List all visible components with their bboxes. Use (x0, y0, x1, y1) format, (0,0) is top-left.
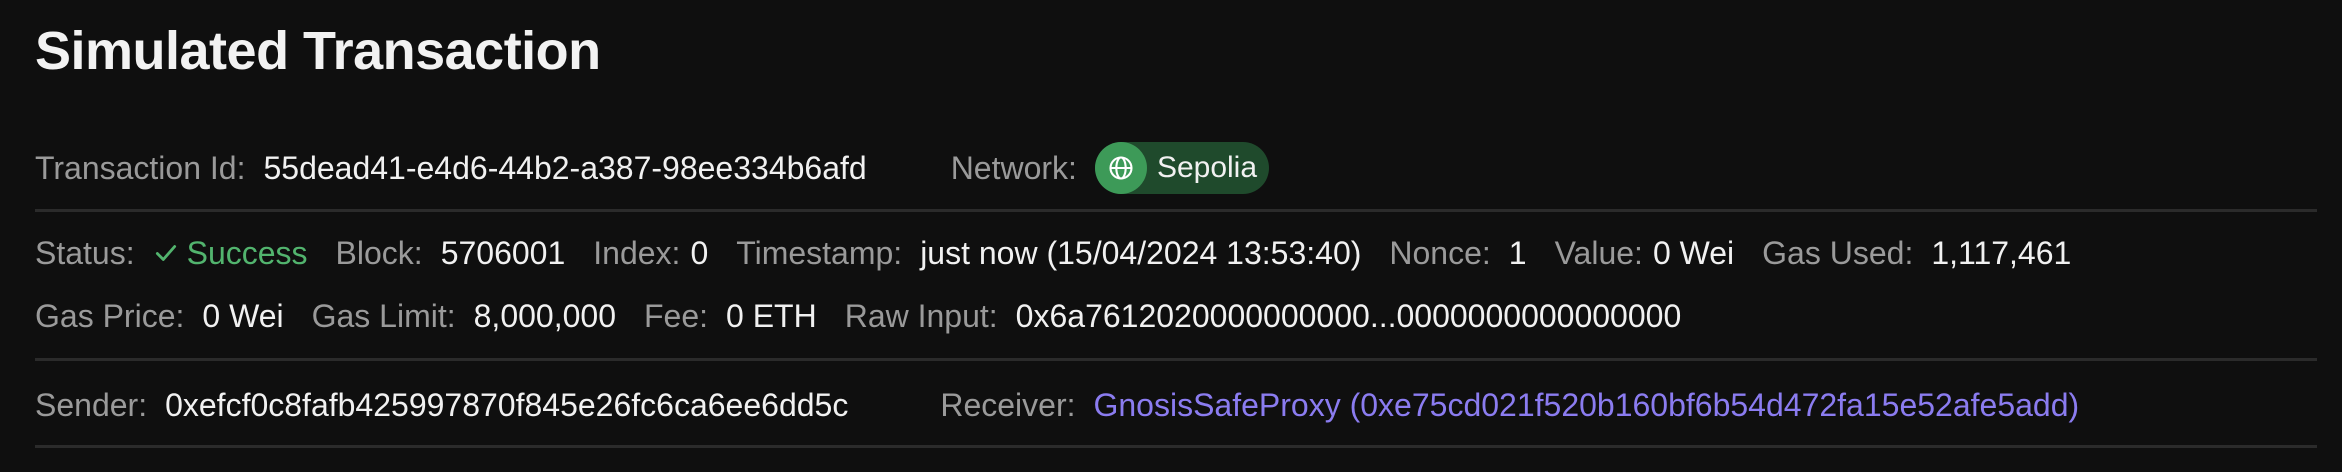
transaction-id-label: Transaction Id: (35, 150, 246, 186)
status-badge: Success (153, 231, 308, 275)
status-label: Status: (35, 235, 135, 271)
details-row-primary: Status: Success Block: 5706001 Index: 0 … (35, 231, 2071, 275)
raw-input-label: Raw Input: (844, 298, 998, 334)
receiver-label: Receiver: (940, 387, 1076, 423)
sender-label: Sender: (35, 387, 148, 423)
transaction-id-row: Transaction Id: 55dead41-e4d6-44b2-a387-… (35, 142, 1270, 194)
fee-label: Fee: (643, 298, 709, 334)
timestamp-value: just now (15/04/2024 13:53:40) (920, 235, 1362, 271)
gas-used-value: 1,117,461 (1931, 235, 2072, 271)
page-title: Simulated Transaction (35, 21, 601, 81)
sender-address: 0xefcf0c8fafb425997870f845e26fc6ca6ee6dd… (165, 387, 849, 423)
network-label: Network: (950, 150, 1077, 186)
network-name: Sepolia (1156, 151, 1258, 184)
nonce-value: 1 (1508, 235, 1527, 271)
index-value: 0 (690, 235, 709, 271)
divider (35, 209, 2317, 212)
fee-value: 0 ETH (726, 298, 817, 334)
value-label: Value: (1554, 235, 1643, 271)
transaction-id-value: 55dead41-e4d6-44b2-a387-98ee334b6afd (263, 150, 867, 186)
divider (35, 358, 2317, 361)
gas-price-value: 0 Wei (202, 298, 284, 334)
index-label: Index: (593, 235, 681, 271)
gas-used-label: Gas Used: (1762, 235, 1914, 271)
details-row-secondary: Gas Price: 0 Wei Gas Limit: 8,000,000 Fe… (35, 294, 1681, 338)
block-label: Block: (335, 235, 423, 271)
gas-price-label: Gas Price: (35, 298, 185, 334)
value-value: 0 Wei (1652, 235, 1735, 271)
check-icon (153, 240, 179, 266)
network-badge[interactable]: Sepolia (1094, 142, 1270, 194)
parties-row: Sender: 0xefcf0c8fafb425997870f845e26fc6… (35, 383, 2079, 427)
timestamp-label: Timestamp: (736, 235, 903, 271)
gas-limit-value: 8,000,000 (473, 298, 616, 334)
receiver-link[interactable]: GnosisSafeProxy (0xe75cd021f520b160bf6b5… (1093, 383, 2079, 427)
globe-icon (1094, 142, 1147, 194)
divider (35, 445, 2317, 448)
gas-limit-label: Gas Limit: (311, 298, 456, 334)
nonce-label: Nonce: (1389, 235, 1491, 271)
raw-input-value[interactable]: 0x6a7612020000000000...0000000000000000 (1016, 294, 1682, 338)
simulated-transaction-panel: Simulated Transaction Transaction Id: 55… (0, 0, 2342, 472)
block-value: 5706001 (440, 235, 566, 271)
status-value: Success (186, 235, 308, 271)
